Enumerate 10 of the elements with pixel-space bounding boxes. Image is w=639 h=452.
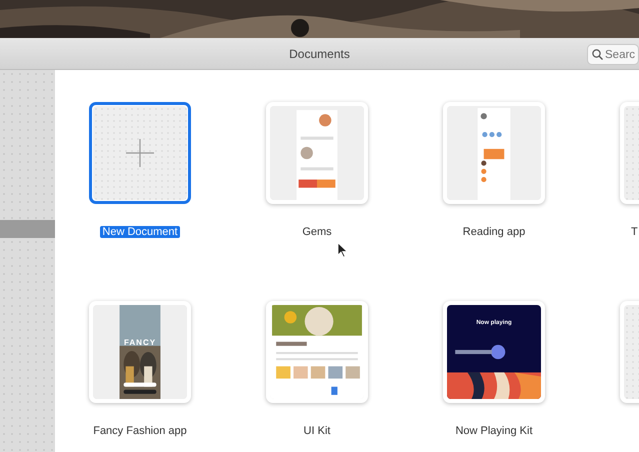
document-name: Now Playing Kit	[454, 425, 534, 437]
window-title: Documents	[289, 46, 350, 62]
document-name: T	[630, 226, 639, 238]
document-name: UI Kit	[302, 425, 332, 437]
document-name: New Document	[100, 226, 180, 238]
document-name: Fancy Fashion app	[92, 425, 188, 437]
document-name: Gems	[301, 226, 333, 238]
search-field[interactable]: Searc	[587, 44, 639, 65]
document-name: Reading app	[462, 226, 526, 238]
preview-title: FANCY	[122, 337, 158, 349]
